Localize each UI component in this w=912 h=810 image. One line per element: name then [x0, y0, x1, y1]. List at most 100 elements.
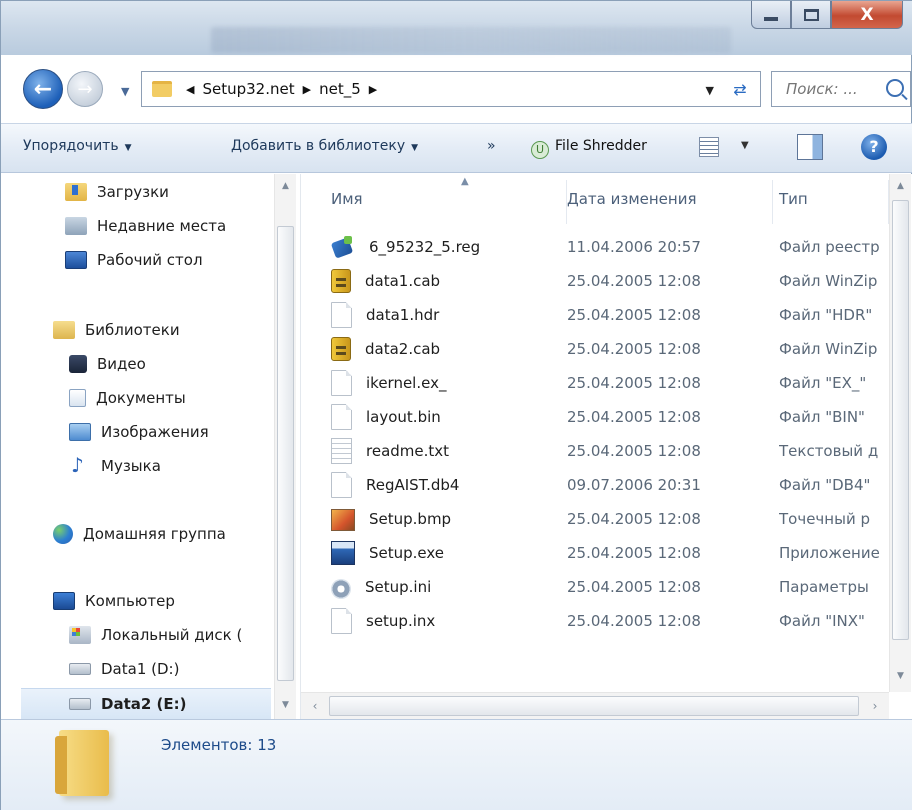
text-file-icon — [331, 438, 352, 464]
file-row[interactable]: data1.hdr 25.04.2005 12:08 Файл "HDR" — [301, 298, 891, 332]
nav-item-local-disk[interactable]: Локальный диск ( — [69, 622, 242, 648]
views-dropdown[interactable]: ▼ — [741, 140, 749, 151]
file-row[interactable]: ikernel.ex_ 25.04.2005 12:08 Файл "EX_" — [301, 366, 891, 400]
file-name: 6_95232_5.reg — [369, 238, 481, 256]
back-button[interactable]: ← — [23, 69, 63, 109]
item-count: Элементов: 13 — [161, 736, 277, 754]
column-header-name[interactable]: ▲ Имя — [331, 174, 567, 230]
breadcrumb-separator[interactable]: ▶ — [369, 83, 377, 96]
file-list: ▲ Имя Дата изменения Тип 6_95232_5.reg 1… — [301, 174, 912, 719]
search-input[interactable] — [786, 80, 874, 98]
search-box[interactable] — [771, 71, 911, 107]
file-shredder-label: File Shredder — [555, 138, 647, 154]
file-list-horizontal-scrollbar[interactable]: ‹ › — [301, 692, 889, 719]
file-row[interactable]: Setup.exe 25.04.2005 12:08 Приложение — [301, 536, 891, 570]
drive-icon — [69, 663, 91, 675]
maximize-button[interactable] — [791, 1, 831, 29]
nav-item-label: Загрузки — [97, 183, 169, 201]
file-name: Setup.exe — [369, 544, 445, 562]
nav-item-pictures[interactable]: Изображения — [69, 419, 209, 445]
maximize-icon — [803, 8, 819, 21]
file-type: Файл реестр — [779, 238, 880, 256]
file-row[interactable]: readme.txt 25.04.2005 12:08 Текстовый д — [301, 434, 891, 468]
blank-file-icon — [331, 404, 352, 430]
navigation-scrollbar[interactable]: ▲ ▼ — [274, 174, 296, 719]
window-controls: X — [751, 1, 903, 29]
scroll-right-arrow[interactable]: › — [865, 696, 885, 716]
forward-button[interactable]: → — [67, 71, 103, 107]
file-list-vertical-scrollbar[interactable]: ▲ ▼ — [889, 174, 911, 692]
nav-item-recent-places[interactable]: Недавние места — [65, 213, 226, 239]
file-date: 25.04.2005 12:08 — [567, 374, 701, 392]
nav-item-music[interactable]: Музыка — [69, 453, 161, 479]
file-name: RegAIST.db4 — [366, 476, 460, 494]
breadcrumb-net5[interactable]: net_5 — [319, 80, 361, 98]
folder-icon — [152, 81, 172, 97]
explorer-window: X ← → ▼ ◀ Setup32.net ▶ net_5 ▶ ▼ ⇄ Упор… — [0, 0, 912, 810]
blank-file-icon — [331, 472, 352, 498]
column-header-type[interactable]: Тип — [773, 174, 889, 230]
scroll-down-arrow[interactable]: ▼ — [892, 666, 909, 686]
close-button[interactable]: X — [831, 1, 903, 29]
views-icon[interactable] — [699, 137, 719, 157]
nav-item-downloads[interactable]: Загрузки — [65, 179, 169, 205]
nav-item-label: Домашняя группа — [83, 525, 226, 543]
scroll-thumb[interactable] — [329, 696, 859, 716]
nav-item-label: Музыка — [101, 457, 161, 475]
nav-item-desktop[interactable]: Рабочий стол — [65, 247, 203, 273]
breadcrumb-separator[interactable]: ▶ — [303, 83, 311, 96]
address-history-dropdown[interactable]: ▼ — [706, 84, 714, 97]
file-row[interactable]: 6_95232_5.reg 11.04.2006 20:57 Файл реес… — [301, 230, 891, 264]
address-bar[interactable]: ◀ Setup32.net ▶ net_5 ▶ ▼ ⇄ — [141, 71, 761, 107]
nav-item-video[interactable]: Видео — [69, 351, 146, 377]
file-row[interactable]: Setup.ini 25.04.2005 12:08 Параметры — [301, 570, 891, 604]
breadcrumb-overflow-arrow[interactable]: ◀ — [186, 83, 194, 96]
column-header-label: Имя — [331, 190, 363, 208]
cab-file-icon — [331, 269, 351, 293]
scroll-left-arrow[interactable]: ‹ — [305, 696, 325, 716]
scroll-up-arrow[interactable]: ▲ — [892, 176, 909, 196]
file-date: 25.04.2005 12:08 — [567, 578, 701, 596]
file-shredder-button[interactable]: U File Shredder — [531, 138, 647, 159]
add-to-library-button[interactable]: Добавить в библиотеку ▼ — [231, 138, 418, 154]
column-header-date[interactable]: Дата изменения — [567, 174, 773, 230]
ini-file-icon — [331, 578, 351, 599]
nav-item-label: Компьютер — [85, 592, 175, 610]
file-type: Файл "INX" — [779, 612, 865, 630]
minimize-icon — [764, 16, 778, 21]
minimize-button[interactable] — [751, 1, 791, 29]
nav-item-documents[interactable]: Документы — [69, 385, 186, 411]
nav-item-homegroup[interactable]: Домашняя группа — [53, 521, 226, 547]
file-row[interactable]: Setup.bmp 25.04.2005 12:08 Точечный р — [301, 502, 891, 536]
file-row[interactable]: RegAIST.db4 09.07.2006 20:31 Файл "DB4" — [301, 468, 891, 502]
recent-pages-dropdown[interactable]: ▼ — [121, 85, 129, 98]
scroll-down-arrow[interactable]: ▼ — [277, 695, 294, 715]
file-row[interactable]: data1.cab 25.04.2005 12:08 Файл WinZip — [301, 264, 891, 298]
scroll-thumb[interactable] — [277, 226, 294, 681]
nav-item-data1[interactable]: Data1 (D:) — [69, 656, 179, 682]
file-name: data1.cab — [365, 272, 441, 290]
desktop-icon — [65, 251, 87, 269]
file-date: 25.04.2005 12:08 — [567, 544, 701, 562]
more-commands-button[interactable]: » — [487, 138, 496, 154]
nav-item-computer[interactable]: Компьютер — [53, 588, 175, 614]
preview-pane-icon[interactable] — [797, 134, 823, 160]
organize-button[interactable]: Упорядочить ▼ — [23, 138, 132, 154]
recent-places-icon — [65, 217, 87, 235]
breadcrumb-setup32[interactable]: Setup32.net — [202, 80, 294, 98]
help-icon[interactable]: ? — [861, 134, 887, 160]
refresh-icon[interactable]: ⇄ — [726, 78, 754, 100]
video-icon — [69, 355, 87, 373]
file-date: 09.07.2006 20:31 — [567, 476, 701, 494]
file-row[interactable]: data2.cab 25.04.2005 12:08 Файл WinZip — [301, 332, 891, 366]
file-row[interactable]: setup.inx 25.04.2005 12:08 Файл "INX" — [301, 604, 891, 638]
details-pane: Элементов: 13 — [1, 719, 912, 810]
file-row[interactable]: layout.bin 25.04.2005 12:08 Файл "BIN" — [301, 400, 891, 434]
nav-item-libraries[interactable]: Библиотеки — [53, 317, 180, 343]
scroll-thumb[interactable] — [892, 200, 909, 640]
file-type: Точечный р — [779, 510, 870, 528]
search-icon[interactable] — [886, 79, 904, 97]
scroll-up-arrow[interactable]: ▲ — [277, 176, 294, 196]
music-icon — [69, 453, 91, 477]
nav-item-data2[interactable]: Data2 (E:) — [21, 688, 271, 719]
